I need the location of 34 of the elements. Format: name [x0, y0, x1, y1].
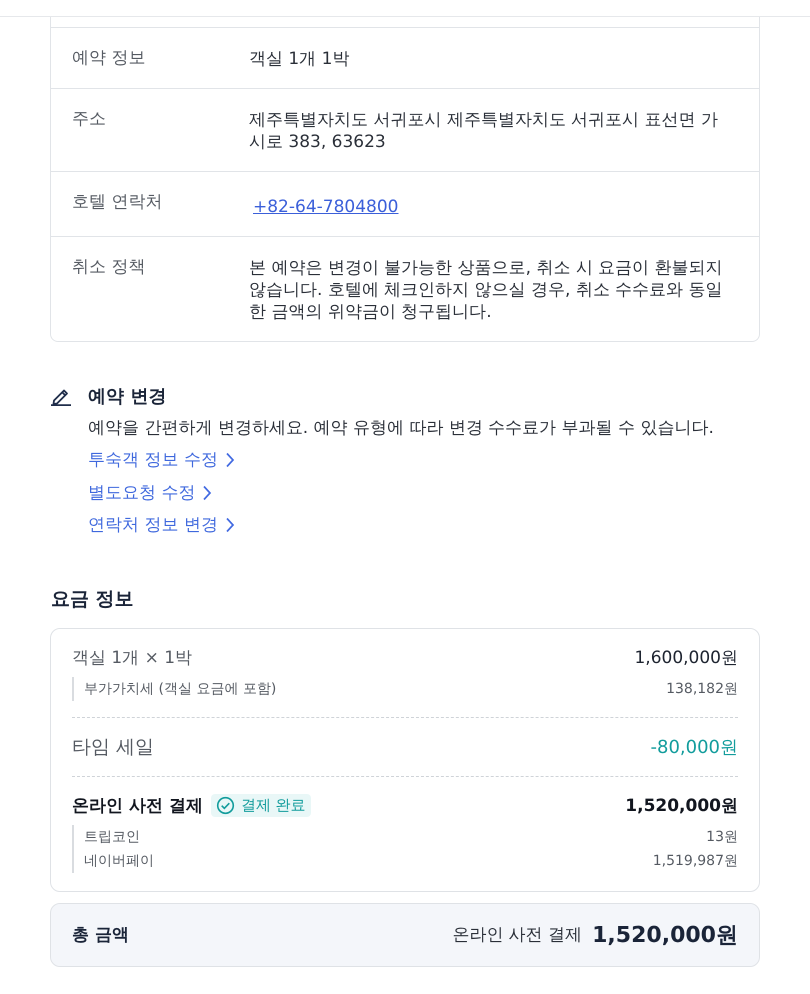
- detail-value: 객실 1개 1박: [249, 48, 350, 70]
- detail-label: 트립코인: [84, 828, 140, 846]
- detail-label: 부가가치세 (객실 요금에 포함): [84, 680, 276, 698]
- price-label: 객실 1개 × 1박: [72, 646, 192, 670]
- badge-text: 결제 완료: [240, 796, 306, 815]
- price-label: 타임 세일: [72, 734, 154, 760]
- check-circle-icon: [216, 796, 235, 815]
- phone-link[interactable]: +82-64-7804800: [253, 197, 398, 217]
- section-title: 요금 정보: [51, 586, 135, 612]
- price-label: 온라인 사전 결제: [72, 794, 203, 818]
- chevron-right-icon: [202, 484, 212, 500]
- detail-amount: 13원: [706, 828, 738, 846]
- detail-value: 제주특별자치도 서귀포시 제주특별자치도 서귀포시 표선면 가시로 383, 63623: [249, 109, 720, 153]
- price-amount: -80,000원: [650, 736, 738, 758]
- detail-value: 본 예약은 변경이 불가능한 상품으로, 취소 시 요금이 환불되지 않습니다. 호텔에 체크인하지 않으실 경우, 취소 수수료와 동일한 금액의 위약금이 청구됩니다.: [249, 257, 724, 323]
- detail-label: 예약 정보: [72, 47, 146, 70]
- total-label: 총 금액: [72, 924, 129, 946]
- detail-label: 취소 정책: [72, 256, 146, 279]
- edit-link[interactable]: 연락처 정보 변경: [88, 513, 235, 537]
- price-amount: 1,520,000원: [625, 795, 738, 817]
- section-description: 예약을 간편하게 변경하세요. 예약 유형에 따라 변경 수수료가 부과될 수 있습니다.: [88, 417, 714, 440]
- detail-label: 주소: [72, 108, 107, 131]
- edit-link[interactable]: 별도요청 수정: [88, 480, 212, 504]
- detail-label: 네이버페이: [84, 852, 154, 870]
- detail-amount: 1,519,987원: [652, 852, 738, 870]
- chevron-right-icon: [224, 452, 235, 468]
- detail-label: 호텔 연락처: [72, 191, 164, 214]
- edit-link[interactable]: 투숙객 정보 수정: [88, 448, 235, 472]
- section-title: 예약 변경: [88, 385, 166, 408]
- payment-method: 온라인 사전 결제: [452, 924, 582, 946]
- price-amount: 1,600,000원: [634, 647, 738, 669]
- detail-amount: 138,182원: [666, 680, 738, 698]
- total-amount: 1,520,000원: [592, 922, 738, 950]
- chevron-right-icon: [224, 517, 235, 533]
